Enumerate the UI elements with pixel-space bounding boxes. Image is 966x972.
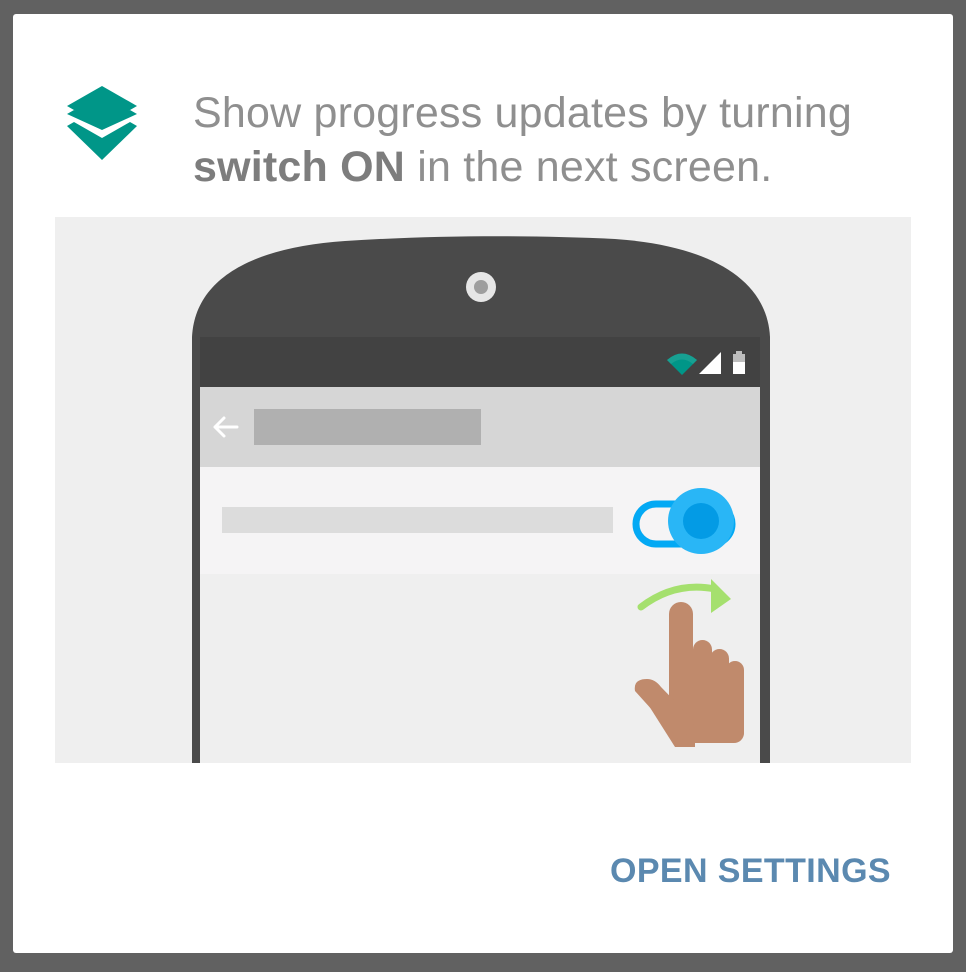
battery-icon [733, 351, 745, 374]
setting-label-placeholder [222, 507, 613, 533]
dialog-message: Show progress updates by turning switch … [193, 86, 933, 194]
message-part2: in the next screen. [417, 143, 773, 191]
open-settings-button[interactable]: OPEN SETTINGS [610, 852, 891, 891]
permission-dialog: Show progress updates by turning switch … [13, 14, 953, 953]
message-bold: switch ON [193, 143, 406, 191]
camera-icon [466, 272, 496, 302]
layers-icon [65, 84, 139, 162]
toolbar-title-placeholder [254, 409, 481, 445]
settings-illustration [55, 217, 911, 763]
message-part1: Show progress updates by turning [193, 89, 852, 137]
